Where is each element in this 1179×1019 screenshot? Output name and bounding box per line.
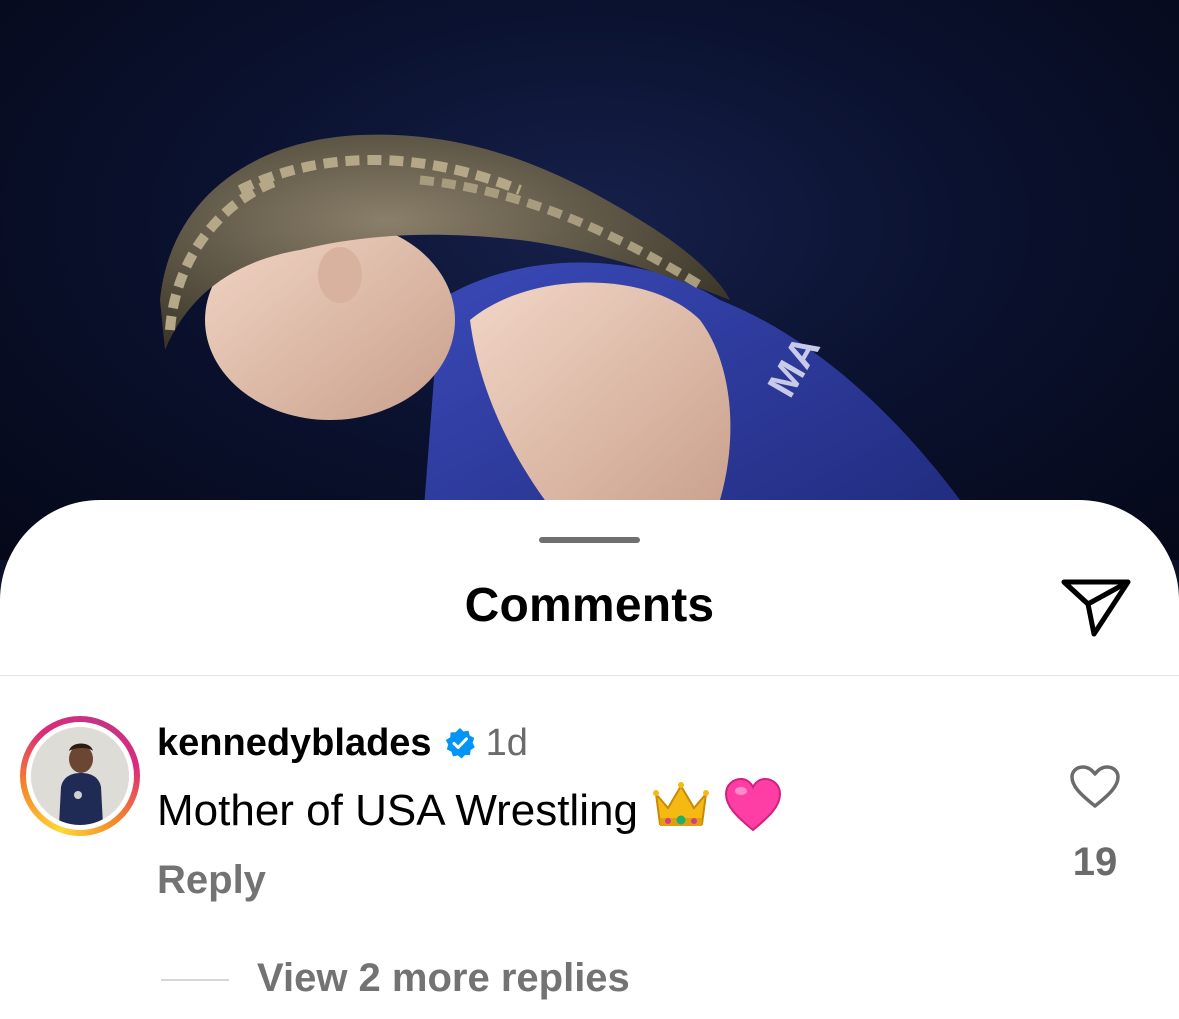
avatar (31, 727, 129, 825)
pink-heart-emoji (724, 777, 782, 843)
pink-heart-icon (724, 777, 781, 832)
screen: MA Comments kennedyblades 1d Mother of U… (0, 0, 1179, 1019)
view-replies-button[interactable]: View 2 more replies (257, 956, 630, 1001)
avatar-inner (26, 722, 134, 830)
comments-sheet: Comments kennedyblades 1d Mother of USA … (0, 500, 1179, 1019)
like-count: 19 (1072, 840, 1118, 884)
header-divider (0, 675, 1179, 676)
crown-icon (652, 782, 709, 826)
verified-badge-icon (445, 728, 475, 759)
avatar-image (31, 727, 129, 825)
replies-divider (161, 979, 229, 981)
comment-text: Mother of USA Wrestling (157, 785, 638, 835)
comment-body: Mother of USA Wrestling (157, 777, 782, 843)
share-button[interactable] (1058, 574, 1134, 640)
comment-time: 1d (485, 721, 528, 764)
athlete-photo: MA (160, 134, 960, 560)
paper-plane-icon (1061, 579, 1131, 637)
comment-header: kennedyblades 1d (157, 718, 528, 768)
comment-username[interactable]: kennedyblades (157, 722, 432, 765)
sheet-title: Comments (464, 579, 715, 632)
like-button[interactable] (1069, 764, 1121, 810)
sheet-grabber[interactable] (539, 537, 640, 543)
reply-button[interactable]: Reply (157, 858, 266, 903)
avatar-story-ring[interactable] (20, 716, 140, 836)
crown-emoji (652, 780, 710, 841)
post-media[interactable]: MA (0, 0, 1179, 560)
heart-outline-icon (1070, 765, 1120, 808)
